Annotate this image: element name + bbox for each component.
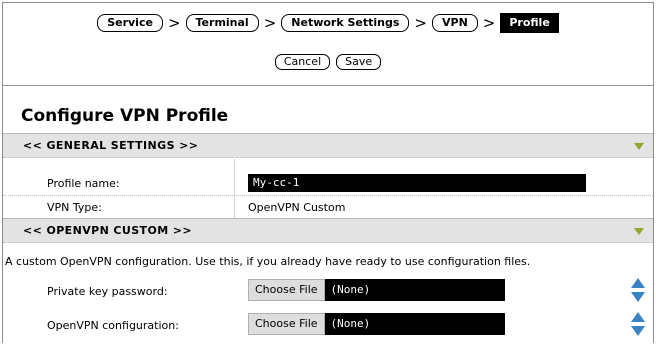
vpn-type-label: VPN Type: <box>47 201 102 214</box>
breadcrumb-vpn[interactable]: VPN <box>432 14 478 32</box>
triangle-down-icon[interactable] <box>634 143 644 150</box>
breadcrumb: Service > Terminal > Network Settings > … <box>3 13 653 33</box>
header-divider <box>3 85 653 86</box>
page-title: Configure VPN Profile <box>21 106 229 126</box>
arrow-down-icon[interactable] <box>631 326 645 336</box>
section-header-openvpn-custom[interactable]: << OPENVPN CUSTOM >> <box>3 218 653 243</box>
breadcrumb-separator: > <box>414 14 427 32</box>
breadcrumb-separator: > <box>482 14 496 32</box>
choose-file-button[interactable]: Choose File <box>248 279 325 301</box>
private-key-file-picker: Choose File (None) <box>248 279 505 301</box>
section-label-general-settings: << GENERAL SETTINGS >> <box>23 139 199 152</box>
breadcrumb-separator: > <box>167 14 181 32</box>
cancel-button[interactable]: Cancel <box>274 54 331 70</box>
arrow-up-icon[interactable] <box>631 312 645 322</box>
breadcrumb-network-settings[interactable]: Network Settings <box>281 14 410 32</box>
arrow-up-icon[interactable] <box>631 278 645 288</box>
up-down-stepper-icon[interactable] <box>631 278 645 302</box>
row-divider <box>3 195 653 196</box>
section-label-openvpn-custom: << OPENVPN CUSTOM >> <box>23 224 192 237</box>
choose-file-button[interactable]: Choose File <box>248 313 325 335</box>
up-down-stepper-icon[interactable] <box>631 312 645 336</box>
openvpn-config-file-value: (None) <box>324 313 505 335</box>
breadcrumb-service[interactable]: Service <box>97 14 163 32</box>
vpn-type-value: OpenVPN Custom <box>248 201 346 214</box>
profile-name-input[interactable]: My-cc-1 <box>248 174 586 192</box>
column-divider <box>234 159 235 219</box>
arrow-down-icon[interactable] <box>631 292 645 302</box>
openvpn-config-label: OpenVPN configuration: <box>47 319 179 332</box>
section-header-general-settings[interactable]: << GENERAL SETTINGS >> <box>3 133 653 158</box>
triangle-down-icon[interactable] <box>634 228 644 235</box>
action-bar: Cancel Save <box>3 54 653 70</box>
private-key-label: Private key password: <box>47 285 168 298</box>
private-key-file-value: (None) <box>324 279 505 301</box>
main-panel: Service > Terminal > Network Settings > … <box>2 2 654 343</box>
breadcrumb-current-profile: Profile <box>500 13 559 33</box>
breadcrumb-terminal[interactable]: Terminal <box>185 14 259 32</box>
profile-name-label: Profile name: <box>47 177 120 190</box>
openvpn-config-file-picker: Choose File (None) <box>248 313 505 335</box>
save-button[interactable]: Save <box>336 54 382 70</box>
section-description: A custom OpenVPN configuration. Use this… <box>5 255 531 268</box>
breadcrumb-separator: > <box>263 14 277 32</box>
